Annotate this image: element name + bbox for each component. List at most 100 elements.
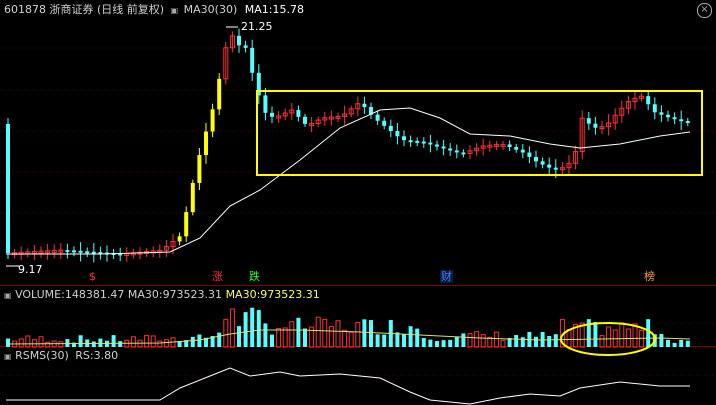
candle-body [402, 136, 406, 141]
candle-body [652, 104, 657, 113]
volume-bar [256, 310, 261, 347]
volume-bar [454, 336, 459, 347]
candle-body [428, 142, 433, 145]
volume-bar [500, 339, 506, 348]
candle-body [382, 120, 387, 126]
event-marker-dividend[interactable]: $ [88, 270, 97, 283]
candle-body [177, 236, 182, 242]
volume-bar [593, 322, 598, 347]
candle-body [237, 35, 241, 46]
candle-body [421, 141, 426, 144]
candle-body [514, 147, 519, 150]
rs-value: 3.80 [93, 349, 119, 362]
volume-bar [163, 339, 169, 348]
volume-bar [6, 338, 10, 347]
volume-bar [197, 334, 202, 347]
volume-value: 148381.47 [64, 288, 125, 301]
candle-body [190, 182, 195, 213]
kline-chart-window: { "header": { "code": "601878", "name": … [0, 0, 716, 405]
volume-bar [395, 332, 400, 347]
volume-bar [402, 334, 406, 347]
rsms-line [6, 367, 690, 405]
volume-ma-value-2: 973523.31 [260, 288, 320, 301]
volume-bar [289, 321, 295, 348]
volume-bar [534, 336, 538, 347]
volume-bar [408, 326, 413, 347]
ma30-line [6, 107, 691, 255]
volume-bar [547, 336, 552, 347]
volume-bar [685, 340, 690, 347]
candle-body [250, 47, 255, 73]
volume-bar [150, 335, 156, 348]
event-marker-ranking[interactable]: 榜 [643, 270, 656, 283]
candle-body [593, 123, 598, 128]
volume-bar [328, 326, 334, 348]
candle-body [454, 150, 459, 153]
candle-body [197, 155, 202, 183]
candle-body [507, 144, 512, 148]
candle-body [263, 95, 268, 113]
volume-bar [632, 323, 638, 348]
volume-ma-label: MA30: [127, 288, 163, 301]
candle-body [270, 112, 274, 117]
volume-bar [296, 317, 301, 347]
candle-body [448, 148, 453, 151]
volume-bar [25, 335, 31, 348]
volume-bar [91, 341, 96, 347]
candle-body [303, 116, 307, 124]
volume-bar [362, 319, 367, 347]
volume-bar [58, 341, 64, 348]
volume-bar [672, 342, 677, 347]
volume-bar [566, 329, 572, 348]
candle-body [534, 156, 538, 162]
price-candles [6, 28, 690, 263]
volume-label: VOLUME: [15, 288, 65, 301]
candle-body [679, 119, 684, 122]
volume-bar [282, 327, 288, 348]
collapse-icon[interactable]: ▣ [4, 291, 12, 300]
volume-bar [421, 338, 426, 347]
volume-bar [276, 328, 282, 348]
volume-bar [270, 334, 274, 347]
candle-body [435, 144, 439, 147]
volume-bar [38, 336, 44, 348]
volume-bar [514, 334, 519, 347]
volume-bar [599, 335, 605, 348]
candle-body [395, 131, 400, 137]
candle-body [520, 149, 525, 153]
volume-bar [65, 339, 70, 347]
volume-bar [105, 340, 109, 347]
candle-body [586, 118, 591, 124]
volume-bar [553, 334, 558, 347]
candle-body [666, 114, 670, 118]
event-marker-finance[interactable]: 财 [440, 270, 453, 283]
candle-body [184, 212, 189, 237]
volume-bar [467, 333, 473, 348]
collapse-icon[interactable]: ▣ [4, 352, 12, 361]
low-price-label: 9.17 [18, 263, 43, 276]
volume-ma-label-2: MA30: [225, 288, 261, 301]
volume-bar [348, 331, 354, 348]
candle-body [296, 110, 301, 117]
volume-bar [659, 333, 664, 347]
volume-bar [45, 341, 51, 348]
candle-body [78, 250, 83, 253]
volume-bar [263, 323, 268, 347]
volume-bar [243, 312, 248, 347]
candle-body [527, 152, 532, 157]
candle-body [243, 45, 248, 48]
volume-bars [6, 307, 690, 348]
candle-body [85, 251, 90, 254]
volume-bar [441, 340, 446, 347]
volume-bar [335, 320, 341, 348]
volume-bar [448, 339, 453, 347]
volume-bar [315, 316, 321, 348]
volume-bar [190, 336, 195, 347]
volume-bar [474, 331, 480, 348]
volume-bar [375, 334, 380, 347]
volume-bar [217, 332, 222, 347]
volume-bar [98, 338, 103, 347]
volume-bar [111, 335, 116, 347]
event-marker-up[interactable]: 涨 [211, 270, 224, 283]
event-marker-down[interactable]: 跌 [248, 270, 261, 283]
